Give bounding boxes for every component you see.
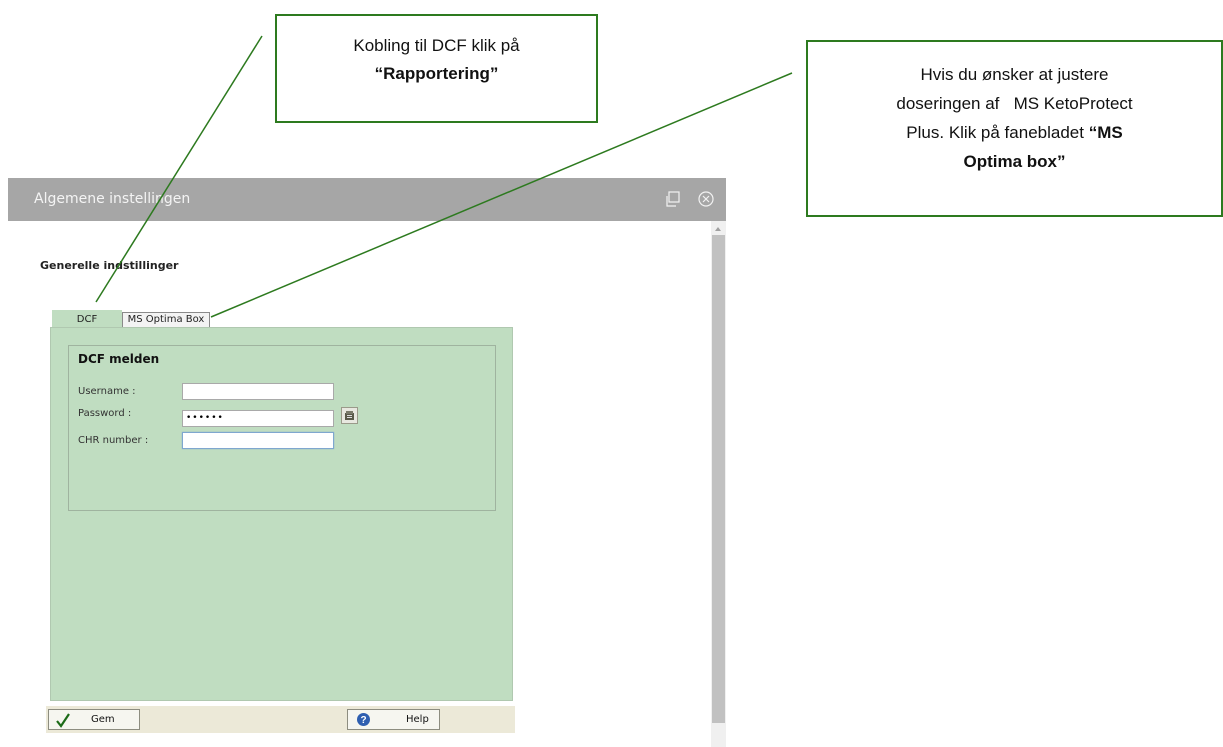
callout-2-line-2: doseringen af MS KetoProtect: [896, 94, 1133, 113]
callout-rapportering: Kobling til DCF klik på “Rapportering”: [275, 14, 598, 123]
callout-2-line-3-plain: Plus. Klik på fanebladet: [906, 123, 1089, 142]
callout-2-line-3: Plus. Klik på fanebladet “MS: [808, 118, 1221, 147]
callout-2-line-4: Optima box”: [963, 152, 1066, 171]
callout-1-line-1: Kobling til DCF klik på: [353, 36, 520, 55]
callout-1-leader-line: [95, 35, 263, 303]
callout-1-line-2: “Rapportering”: [374, 64, 499, 83]
callout-2-line-1: Hvis du ønsker at justere: [920, 65, 1109, 84]
callout-ms-optima-box: Hvis du ønsker at justere doseringen af …: [806, 40, 1223, 217]
callout-2-line-3-bold: “MS: [1088, 123, 1123, 142]
